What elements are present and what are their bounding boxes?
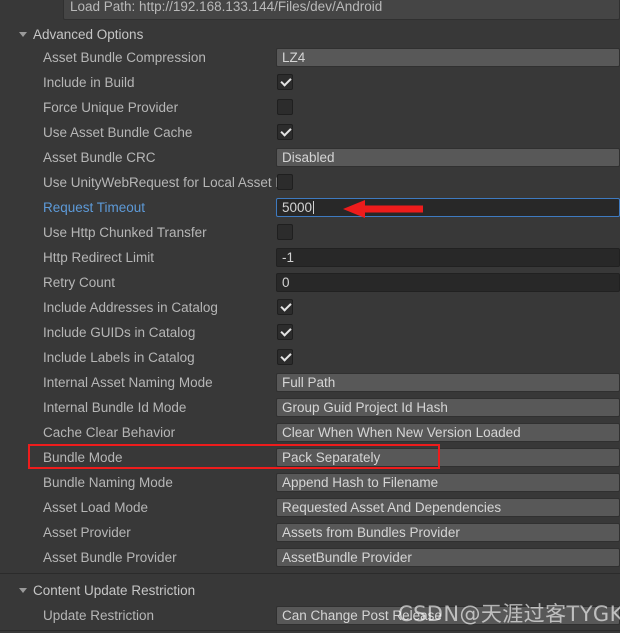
- field-row-use-asset-bundle-cache: Use Asset Bundle Cache: [0, 120, 620, 145]
- field-row-retry-count: Retry Count 0: [0, 270, 620, 295]
- checkbox-use-asset-bundle-cache[interactable]: [277, 124, 293, 140]
- field-row-http-redirect-limit: Http Redirect Limit -1: [0, 245, 620, 270]
- checkbox-use-http-chunked-transfer[interactable]: [277, 224, 293, 240]
- field-row-asset-bundle-crc: Asset Bundle CRC Disabled: [0, 145, 620, 170]
- checkbox-include-in-build[interactable]: [277, 74, 293, 90]
- field-row-asset-bundle-provider: Asset Bundle Provider AssetBundle Provid…: [0, 545, 620, 570]
- field-row-use-unitywebrequest-for-local-asset-bundles: Use UnityWebRequest for Local Asset Bund…: [0, 170, 620, 195]
- input-retry-count[interactable]: 0: [276, 273, 620, 292]
- checkbox-force-unique-provider[interactable]: [277, 99, 293, 115]
- label-cache-clear-behavior: Cache Clear Behavior: [43, 425, 176, 440]
- popup-asset-load-mode[interactable]: Requested Asset And Dependencies: [276, 498, 620, 517]
- label-use-asset-bundle-cache: Use Asset Bundle Cache: [43, 125, 193, 140]
- popup-bundle-mode[interactable]: Pack Separately: [276, 448, 620, 467]
- popup-internal-asset-naming-mode[interactable]: Full Path: [276, 373, 620, 392]
- label-bundle-naming-mode: Bundle Naming Mode: [43, 475, 173, 490]
- watermark-text: CSDN@天涯过客TYGK: [398, 602, 620, 626]
- field-row-include-guids-in-catalog: Include GUIDs in Catalog: [0, 320, 620, 345]
- label-bundle-mode: Bundle Mode: [43, 450, 123, 465]
- label-use-unitywebrequest-for-local-asset-bundles: Use UnityWebRequest for Local Asset Bund…: [43, 175, 277, 190]
- label-include-in-build: Include in Build: [43, 75, 135, 90]
- label-asset-load-mode: Asset Load Mode: [43, 500, 149, 515]
- field-row-cache-clear-behavior: Cache Clear Behavior Clear When When New…: [0, 420, 620, 445]
- field-row-asset-bundle-compression: Asset Bundle Compression LZ4: [0, 45, 620, 70]
- label-asset-bundle-provider: Asset Bundle Provider: [43, 550, 177, 565]
- label-asset-bundle-crc: Asset Bundle CRC: [43, 150, 156, 165]
- popup-internal-bundle-id-mode[interactable]: Group Guid Project Id Hash: [276, 398, 620, 417]
- checkbox-use-unitywebrequest-for-local-asset-bundles[interactable]: [277, 174, 293, 190]
- foldout-label-advanced-options: Advanced Options: [33, 27, 144, 42]
- input-request-timeout-value: 5000: [282, 200, 313, 215]
- field-row-include-labels-in-catalog: Include Labels in Catalog: [0, 345, 620, 370]
- label-update-restriction: Update Restriction: [43, 608, 155, 623]
- popup-asset-bundle-provider[interactable]: AssetBundle Provider: [276, 548, 620, 567]
- field-row-include-in-build: Include in Build: [0, 70, 620, 95]
- field-row-bundle-naming-mode: Bundle Naming Mode Append Hash to Filena…: [0, 470, 620, 495]
- field-row-bundle-mode: Bundle Mode Pack Separately: [0, 445, 620, 470]
- field-row-internal-asset-naming-mode: Internal Asset Naming Mode Full Path: [0, 370, 620, 395]
- popup-asset-bundle-crc[interactable]: Disabled: [276, 148, 620, 167]
- popup-bundle-naming-mode[interactable]: Append Hash to Filename: [276, 473, 620, 492]
- chevron-down-icon[interactable]: [19, 32, 27, 37]
- unity-inspector-panel: Load Path: http://192.168.133.144/Files/…: [0, 0, 620, 633]
- field-row-internal-bundle-id-mode: Internal Bundle Id Mode Group Guid Proje…: [0, 395, 620, 420]
- label-asset-provider: Asset Provider: [43, 525, 131, 540]
- foldout-advanced-options[interactable]: Advanced Options: [0, 22, 620, 47]
- input-http-redirect-limit[interactable]: -1: [276, 248, 620, 267]
- popup-asset-provider[interactable]: Assets from Bundles Provider: [276, 523, 620, 542]
- label-asset-bundle-compression: Asset Bundle Compression: [43, 50, 206, 65]
- label-include-guids-in-catalog: Include GUIDs in Catalog: [43, 325, 196, 340]
- field-row-asset-provider: Asset Provider Assets from Bundles Provi…: [0, 520, 620, 545]
- popup-cache-clear-behavior[interactable]: Clear When When New Version Loaded: [276, 423, 620, 442]
- load-path-field[interactable]: Load Path: http://192.168.133.144/Files/…: [63, 0, 620, 20]
- label-force-unique-provider: Force Unique Provider: [43, 100, 179, 115]
- text-caret: [313, 201, 315, 214]
- label-request-timeout: Request Timeout: [43, 200, 146, 215]
- field-row-asset-load-mode: Asset Load Mode Requested Asset And Depe…: [0, 495, 620, 520]
- label-retry-count: Retry Count: [43, 275, 116, 290]
- chevron-down-icon[interactable]: [19, 588, 27, 593]
- checkbox-include-guids-in-catalog[interactable]: [277, 324, 293, 340]
- input-request-timeout[interactable]: 5000: [276, 198, 620, 217]
- section-divider: [0, 573, 620, 574]
- field-row-request-timeout: Request Timeout 5000: [0, 195, 620, 220]
- label-include-labels-in-catalog: Include Labels in Catalog: [43, 350, 195, 365]
- checkbox-include-addresses-in-catalog[interactable]: [277, 299, 293, 315]
- label-include-addresses-in-catalog: Include Addresses in Catalog: [43, 300, 218, 315]
- foldout-label-content-update-restriction: Content Update Restriction: [33, 583, 196, 598]
- popup-asset-bundle-compression[interactable]: LZ4: [276, 48, 620, 67]
- field-row-use-http-chunked-transfer: Use Http Chunked Transfer: [0, 220, 620, 245]
- label-internal-asset-naming-mode: Internal Asset Naming Mode: [43, 375, 213, 390]
- bottom-divider: [0, 630, 620, 631]
- label-use-http-chunked-transfer: Use Http Chunked Transfer: [43, 225, 207, 240]
- label-internal-bundle-id-mode: Internal Bundle Id Mode: [43, 400, 187, 415]
- field-row-force-unique-provider: Force Unique Provider: [0, 95, 620, 120]
- label-http-redirect-limit: Http Redirect Limit: [43, 250, 155, 265]
- field-row-include-addresses-in-catalog: Include Addresses in Catalog: [0, 295, 620, 320]
- checkbox-include-labels-in-catalog[interactable]: [277, 349, 293, 365]
